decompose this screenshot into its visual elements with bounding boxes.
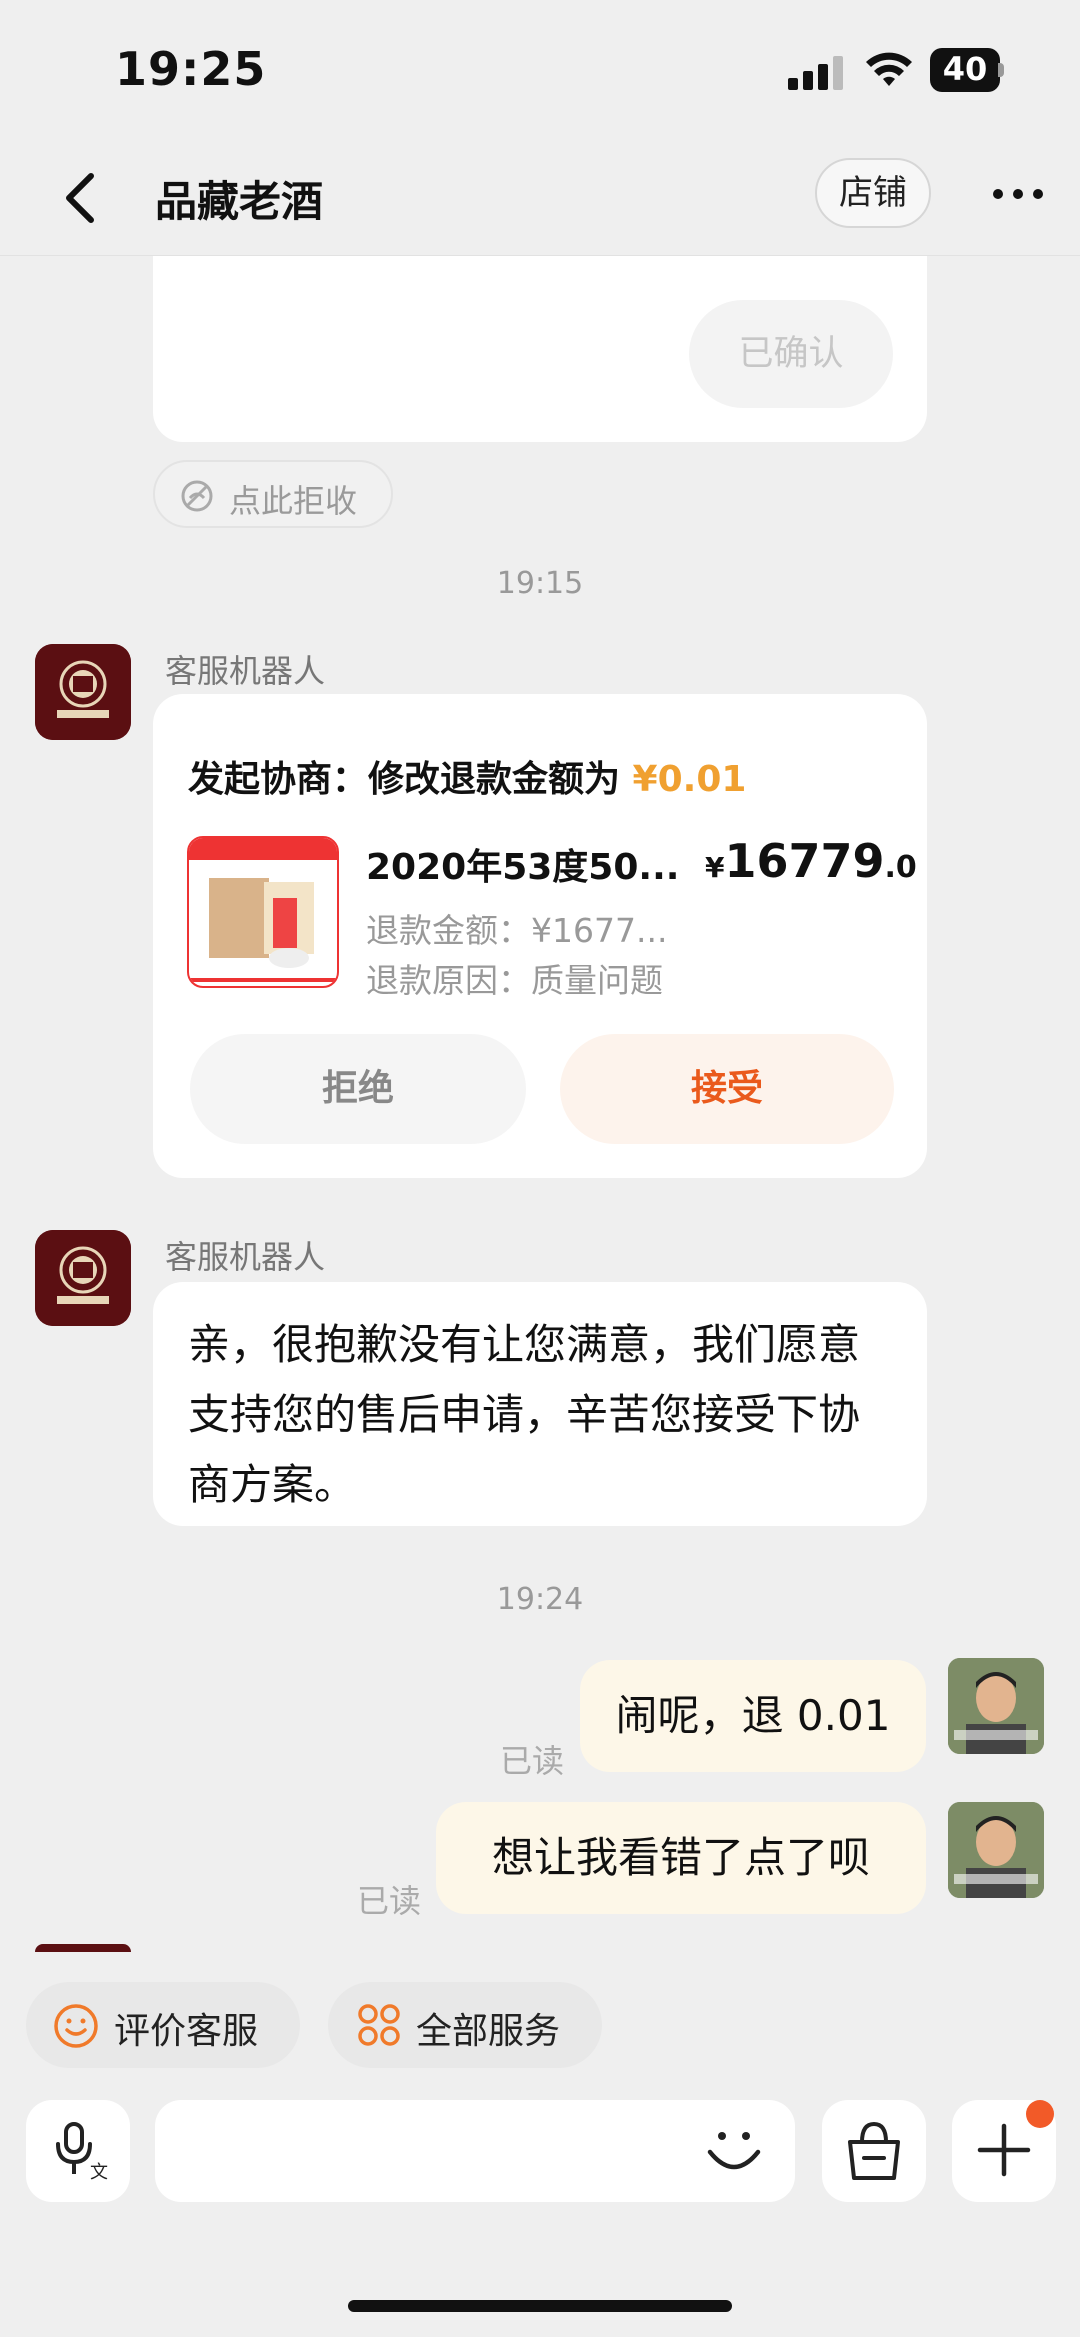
message-input[interactable]	[155, 2100, 795, 2202]
price-decimal: .0	[884, 850, 917, 885]
user-photo	[948, 1802, 1044, 1898]
product-name: 2020年53度50...	[366, 847, 680, 888]
timestamp: 19:15	[496, 566, 584, 601]
read-status: 已读	[500, 1742, 565, 1780]
confirmed-button: 已确认	[689, 300, 893, 408]
user-photo	[948, 1658, 1044, 1754]
more-icon[interactable]	[990, 186, 1046, 202]
negotiation-title-text: 发起协商：修改退款金额为	[188, 759, 633, 800]
reject-chip-label: 点此拒收	[229, 482, 358, 520]
refund-reason: 退款原因：质量问题	[366, 961, 663, 1000]
wifi-icon	[866, 52, 912, 86]
notification-dot	[1026, 2100, 1054, 2128]
shop-button[interactable]: 店铺	[815, 158, 931, 228]
page-title: 品藏老酒	[155, 177, 324, 226]
rate-service-button[interactable]: 评价客服	[26, 1982, 300, 2068]
store-logo-icon	[35, 644, 131, 740]
mic-icon: 文	[56, 2122, 108, 2182]
read-status: 已读	[357, 1882, 422, 1920]
my-message-bubble[interactable]: 闹呢，退 0.01	[580, 1660, 926, 1772]
back-arrow-icon[interactable]	[55, 168, 105, 228]
product-photo	[189, 838, 337, 982]
timestamp: 19:24	[496, 1582, 584, 1617]
rate-service-label: 评价客服	[114, 2011, 259, 2052]
product-image[interactable]	[187, 836, 339, 988]
signal-icon	[788, 56, 843, 90]
bot-avatar[interactable]	[35, 644, 131, 740]
no-view-icon	[181, 480, 213, 512]
user-avatar[interactable]	[948, 1658, 1044, 1754]
all-services-button[interactable]: 全部服务	[328, 1982, 602, 2068]
plus-icon	[977, 2123, 1031, 2177]
battery-icon: 40	[930, 48, 1004, 92]
my-message-bubble[interactable]: 想让我看错了点了呗	[436, 1802, 926, 1914]
smile-icon	[54, 2004, 98, 2048]
store-logo-icon	[35, 1230, 131, 1326]
shopping-bag-button[interactable]	[822, 2100, 926, 2202]
emoji-icon[interactable]	[702, 2122, 766, 2182]
user-avatar[interactable]	[948, 1802, 1044, 1898]
bag-icon	[848, 2121, 900, 2180]
negotiation-amount: ¥0.01	[632, 759, 747, 800]
accept-button[interactable]: 接受	[560, 1034, 894, 1144]
sender-name: 客服机器人	[165, 652, 326, 690]
refuse-button[interactable]: 拒绝	[190, 1034, 526, 1144]
refund-amount: 退款金额：¥1677...	[366, 911, 668, 950]
price-main: 16779	[724, 834, 885, 888]
voice-input-button[interactable]: 文	[26, 2100, 130, 2202]
svg-text:文: 文	[90, 2162, 108, 2182]
price-currency: ¥	[705, 851, 725, 884]
product-price: ¥16779.0	[705, 834, 917, 888]
home-indicator[interactable]	[348, 2300, 732, 2312]
all-services-label: 全部服务	[416, 2011, 561, 2052]
status-time: 19:25	[115, 42, 267, 96]
services-grid-icon	[358, 2004, 400, 2046]
bot-avatar[interactable]	[35, 1230, 131, 1326]
sender-name: 客服机器人	[165, 1238, 326, 1276]
message-text: 亲，很抱歉没有让您满意，我们愿意支持您的售后申请，辛苦您接受下协商方案。	[188, 1320, 861, 1509]
battery-level: 40	[942, 50, 988, 88]
bot-avatar-partial	[35, 1944, 131, 1952]
reject-receipt-chip[interactable]: 点此拒收	[153, 460, 393, 528]
negotiation-title: 发起协商：修改退款金额为 ¥0.01	[188, 750, 746, 802]
